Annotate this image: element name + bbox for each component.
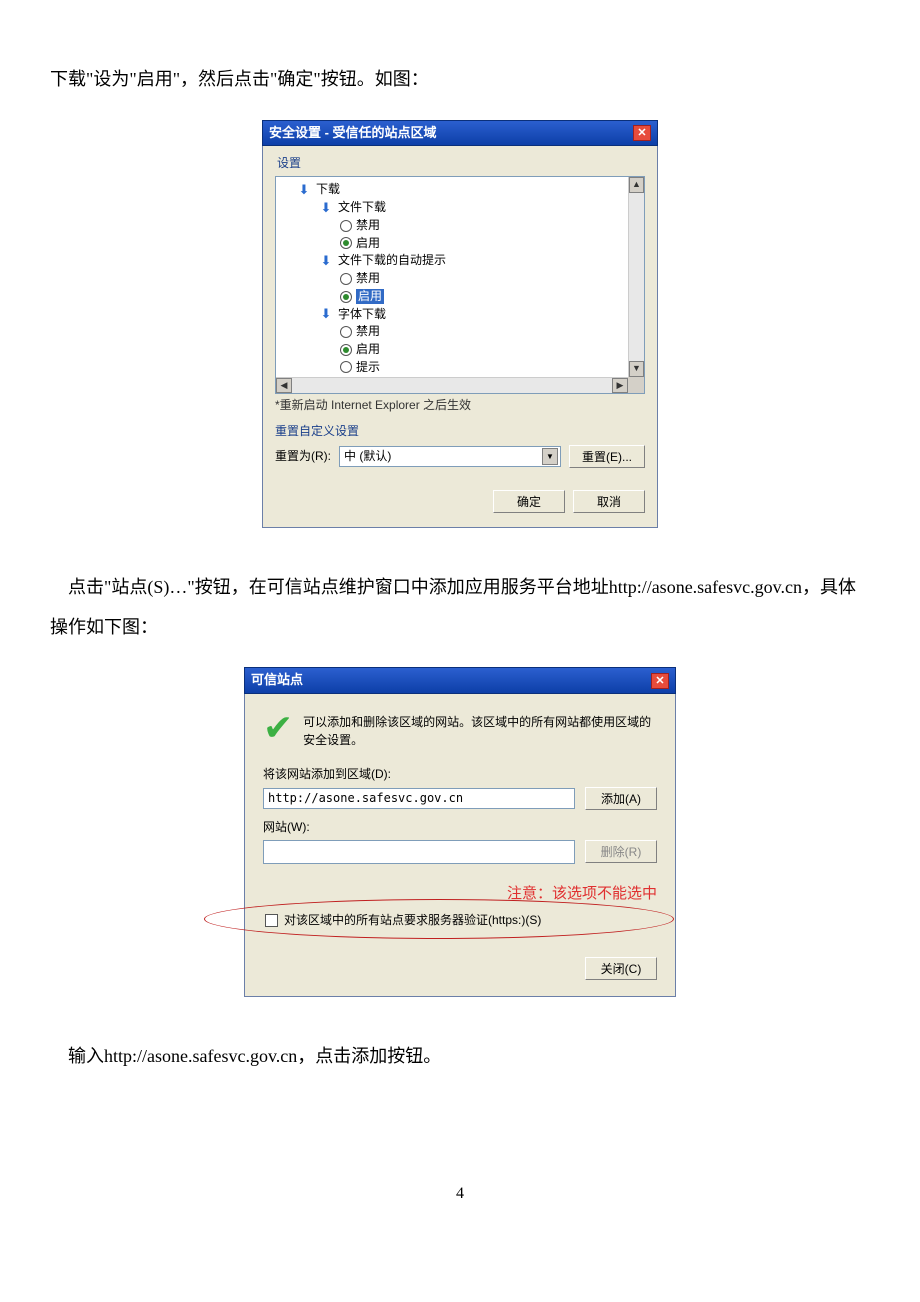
remove-button[interactable]: 删除(R): [585, 840, 657, 863]
page-number: 4: [50, 1176, 870, 1211]
ok-button[interactable]: 确定: [493, 490, 565, 513]
radio-fd-disable[interactable]: 禁用: [278, 217, 642, 235]
dialog1-title: 安全设置 - 受信任的站点区域: [269, 125, 437, 142]
radio-fdp-disable[interactable]: 禁用: [278, 270, 642, 288]
radio-fdp-enable[interactable]: 启用: [278, 288, 642, 306]
cancel-button[interactable]: 取消: [573, 490, 645, 513]
dialog2-body: ✔ 可以添加和删除该区域的网站。该区域中的所有网站都使用区域的安全设置。 将该网…: [244, 694, 676, 996]
download-icon: ⬇: [296, 182, 312, 198]
horizontal-scrollbar[interactable]: ◀ ▶: [276, 377, 628, 393]
radio-fd-enable[interactable]: 启用: [278, 235, 642, 253]
site-url-input[interactable]: http://asone.safesvc.gov.cn: [263, 788, 575, 809]
settings-label: 设置: [275, 156, 645, 172]
sites-listbox[interactable]: [263, 840, 575, 864]
scroll-down-icon[interactable]: ▼: [629, 361, 644, 377]
tree-file-download-prompt[interactable]: ⬇文件下载的自动提示: [278, 252, 642, 270]
vertical-scrollbar[interactable]: ▲ ▼: [628, 177, 644, 377]
close-icon[interactable]: ✕: [633, 125, 651, 141]
checkmark-icon: ✔: [263, 710, 293, 746]
reset-to-label: 重置为(R):: [275, 449, 331, 465]
warning-annotation: 注意：该选项不能选中: [263, 884, 657, 904]
dialog2-title: 可信站点: [251, 672, 303, 689]
sites-label: 网站(W):: [263, 820, 657, 836]
close-icon[interactable]: ✕: [651, 673, 669, 689]
settings-tree: ⬇下载 ⬇文件下载 禁用 启用 ⬇文件下载的自动提示 禁用 启用 ⬇字体下载 禁…: [275, 176, 645, 394]
add-to-zone-label: 将该网站添加到区域(D):: [263, 767, 657, 783]
trusted-sites-dialog: 可信站点 ✕ ✔ 可以添加和删除该区域的网站。该区域中的所有网站都使用区域的安全…: [244, 667, 676, 996]
paragraph-2: 点击"站点(S)…"按钮，在可信站点维护窗口中添加应用服务平台地址http://…: [50, 568, 870, 647]
scroll-right-icon[interactable]: ▶: [612, 378, 628, 393]
tree-file-download[interactable]: ⬇文件下载: [278, 199, 642, 217]
close-button[interactable]: 关闭(C): [585, 957, 657, 980]
add-button[interactable]: 添加(A): [585, 787, 657, 810]
radio-font-disable[interactable]: 禁用: [278, 323, 642, 341]
chevron-down-icon: ▼: [542, 448, 558, 465]
file-download-prompt-icon: ⬇: [318, 253, 334, 269]
scroll-left-icon[interactable]: ◀: [276, 378, 292, 393]
dialog2-intro: 可以添加和删除该区域的网站。该区域中的所有网站都使用区域的安全设置。: [303, 710, 657, 749]
reset-level-value: 中 (默认): [344, 449, 391, 465]
dialog2-titlebar[interactable]: 可信站点 ✕: [244, 667, 676, 694]
radio-font-prompt[interactable]: 提示: [278, 359, 642, 377]
reset-level-select[interactable]: 中 (默认) ▼: [339, 446, 561, 467]
reset-button[interactable]: 重置(E)...: [569, 445, 645, 468]
paragraph-1: 下载"设为"启用"，然后点击"确定"按钮。如图：: [50, 60, 870, 100]
restart-note: *重新启动 Internet Explorer 之后生效: [275, 398, 645, 414]
https-verify-checkbox-row[interactable]: 对该区域中的所有站点要求服务器验证(https:)(S): [263, 909, 657, 933]
scroll-up-icon[interactable]: ▲: [629, 177, 644, 193]
radio-font-enable[interactable]: 启用: [278, 341, 642, 359]
tree-download[interactable]: ⬇下载: [278, 181, 642, 199]
font-download-icon: ⬇: [318, 306, 334, 322]
dialog1-titlebar[interactable]: 安全设置 - 受信任的站点区域 ✕: [262, 120, 658, 147]
security-settings-dialog: 安全设置 - 受信任的站点区域 ✕ 设置 ⬇下载 ⬇文件下载 禁用 启用 ⬇文件…: [262, 120, 658, 529]
tree-font-download[interactable]: ⬇字体下载: [278, 305, 642, 323]
checkbox-icon[interactable]: [265, 914, 278, 927]
paragraph-3: 输入http://asone.safesvc.gov.cn，点击添加按钮。: [50, 1037, 870, 1077]
dialog1-body: 设置 ⬇下载 ⬇文件下载 禁用 启用 ⬇文件下载的自动提示 禁用 启用 ⬇字体下…: [262, 146, 658, 528]
reset-section-label: 重置自定义设置: [275, 424, 645, 440]
file-download-icon: ⬇: [318, 200, 334, 216]
https-verify-label: 对该区域中的所有站点要求服务器验证(https:)(S): [284, 913, 541, 929]
